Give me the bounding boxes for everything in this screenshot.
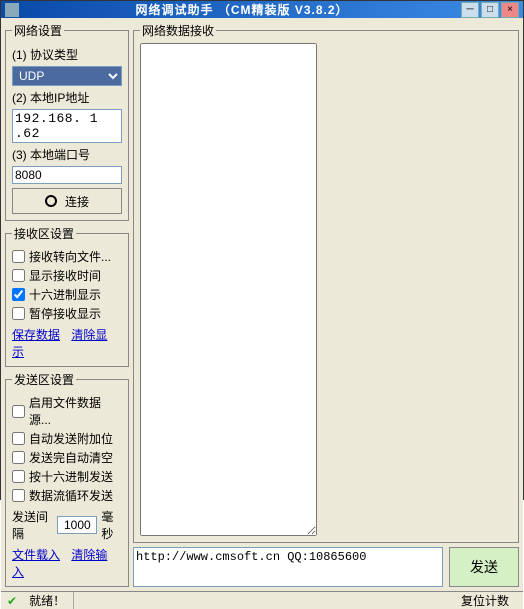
- network-settings-group: 网络设置 (1) 协议类型 UDP (2) 本地IP地址 192.168. 1 …: [5, 22, 129, 221]
- ready-icon: ✔: [7, 594, 17, 608]
- local-port-input[interactable]: [12, 166, 122, 184]
- send-label-0: 启用文件数据源...: [29, 394, 122, 428]
- interval-suffix: 毫秒: [101, 508, 122, 542]
- send-textarea[interactable]: http://www.cmsoft.cn QQ:10865600: [133, 547, 443, 587]
- send-option-4[interactable]: 数据流循环发送: [12, 487, 122, 504]
- status-dot-icon: [45, 195, 57, 207]
- send-button[interactable]: 发送: [449, 547, 519, 587]
- send-option-1[interactable]: 自动发送附加位: [12, 430, 122, 447]
- recv-settings-group: 接收区设置 接收转向文件... 显示接收时间十六进制显示暂停接收显示 保存数据 清…: [5, 225, 129, 367]
- recv-label-1: 显示接收时间: [29, 267, 101, 284]
- send-checkbox-4[interactable]: [12, 489, 25, 502]
- recv-checkbox-3[interactable]: [12, 307, 25, 320]
- send-row: http://www.cmsoft.cn QQ:10865600 发送: [133, 547, 519, 587]
- recv-option-0[interactable]: 接收转向文件...: [12, 248, 122, 265]
- recv-checkbox-2[interactable]: [12, 288, 25, 301]
- recv-label-0: 接收转向文件...: [29, 248, 111, 265]
- right-panel: 网络数据接收 http://www.cmsoft.cn QQ:10865600 …: [133, 22, 519, 587]
- recv-option-1[interactable]: 显示接收时间: [12, 267, 122, 284]
- local-ip-label: (2) 本地IP地址: [12, 89, 122, 106]
- window-controls: ─ □ ×: [461, 2, 519, 18]
- statusbar: ✔ 就绪！ 复位计数: [1, 591, 523, 609]
- recv-option-2[interactable]: 十六进制显示: [12, 286, 122, 303]
- send-option-0[interactable]: 启用文件数据源...: [12, 394, 122, 428]
- send-option-3[interactable]: 按十六进制发送: [12, 468, 122, 485]
- recv-options: 接收转向文件... 显示接收时间十六进制显示暂停接收显示: [12, 248, 122, 322]
- connect-label: 连接: [65, 193, 89, 210]
- left-panel: 网络设置 (1) 协议类型 UDP (2) 本地IP地址 192.168. 1 …: [5, 22, 129, 587]
- local-port-label: (3) 本地端口号: [12, 146, 122, 163]
- local-ip-input[interactable]: 192.168. 1 .62: [12, 109, 122, 143]
- send-links: 文件载入 清除输入: [12, 546, 122, 580]
- send-label-2: 发送完自动清空: [29, 449, 113, 466]
- protocol-label: (1) 协议类型: [12, 46, 122, 63]
- send-checkbox-0[interactable]: [12, 405, 25, 418]
- status-reset[interactable]: 复位计数: [453, 592, 517, 609]
- recv-data-legend: 网络数据接收: [140, 22, 216, 39]
- save-data-link[interactable]: 保存数据: [12, 328, 60, 342]
- minimize-button[interactable]: ─: [461, 2, 479, 18]
- maximize-button[interactable]: □: [481, 2, 499, 18]
- recv-label-3: 暂停接收显示: [29, 305, 101, 322]
- file-load-link[interactable]: 文件载入: [12, 548, 60, 562]
- send-settings-legend: 发送区设置: [12, 371, 76, 388]
- recv-settings-legend: 接收区设置: [12, 225, 76, 242]
- recv-label-2: 十六进制显示: [29, 286, 101, 303]
- interval-prefix: 发送间隔: [12, 508, 53, 542]
- app-icon: [5, 3, 19, 17]
- recv-checkbox-1[interactable]: [12, 269, 25, 282]
- connect-button[interactable]: 连接: [12, 188, 122, 214]
- status-ready: 就绪！: [21, 592, 74, 609]
- recv-data-group: 网络数据接收: [133, 22, 519, 543]
- send-label-1: 自动发送附加位: [29, 430, 113, 447]
- window-title: 网络调试助手 （CM精装版 V3.8.2）: [23, 1, 461, 18]
- send-checkbox-3[interactable]: [12, 470, 25, 483]
- send-checkbox-2[interactable]: [12, 451, 25, 464]
- send-interval-row: 发送间隔 毫秒: [12, 508, 122, 542]
- interval-input[interactable]: [57, 516, 97, 534]
- app-window: 网络调试助手 （CM精装版 V3.8.2） ─ □ × 网络设置 (1) 协议类…: [0, 0, 524, 500]
- titlebar: 网络调试助手 （CM精装版 V3.8.2） ─ □ ×: [1, 1, 523, 18]
- client-area: 网络设置 (1) 协议类型 UDP (2) 本地IP地址 192.168. 1 …: [1, 18, 523, 591]
- network-settings-legend: 网络设置: [12, 22, 64, 39]
- send-checkbox-1[interactable]: [12, 432, 25, 445]
- recv-textarea[interactable]: [140, 43, 317, 536]
- send-options: 启用文件数据源... 自动发送附加位发送完自动清空按十六进制发送数据流循环发送: [12, 394, 122, 504]
- send-option-2[interactable]: 发送完自动清空: [12, 449, 122, 466]
- send-label-4: 数据流循环发送: [29, 487, 113, 504]
- send-settings-group: 发送区设置 启用文件数据源... 自动发送附加位发送完自动清空按十六进制发送数据流…: [5, 371, 129, 587]
- recv-option-3[interactable]: 暂停接收显示: [12, 305, 122, 322]
- protocol-select[interactable]: UDP: [12, 66, 122, 86]
- recv-links: 保存数据 清除显示: [12, 326, 122, 360]
- close-button[interactable]: ×: [501, 2, 519, 18]
- recv-checkbox-0[interactable]: [12, 250, 25, 263]
- send-label-3: 按十六进制发送: [29, 468, 113, 485]
